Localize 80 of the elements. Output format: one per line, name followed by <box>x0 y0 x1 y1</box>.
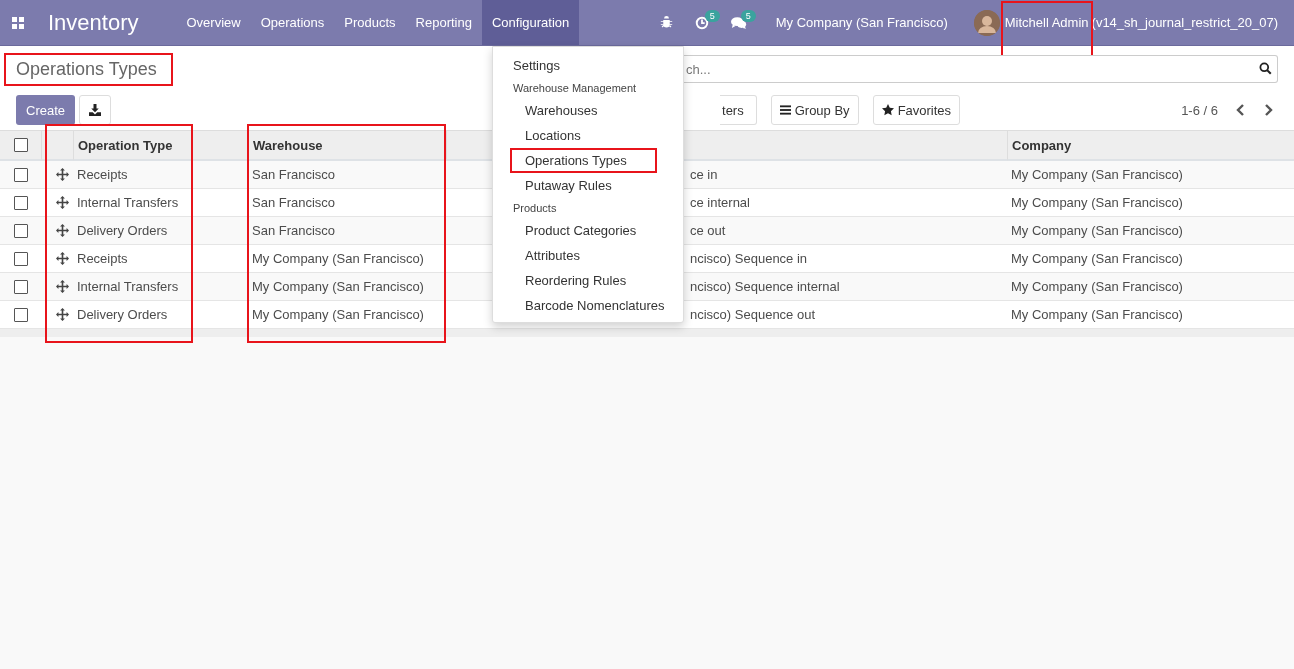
star-icon <box>881 104 894 116</box>
table-cell-text: My Company (San Francisco) <box>1010 223 1183 238</box>
chevron-right-icon <box>1263 104 1273 116</box>
dropdown-item[interactable]: Product Categories <box>493 218 683 243</box>
download-button[interactable] <box>79 95 112 125</box>
dropdown-item[interactable]: Locations <box>493 123 683 148</box>
table-cell-text: ncisco) Sequence in <box>689 251 808 266</box>
table-cell-text: My Company (San Francisco) <box>251 307 424 322</box>
column-header[interactable]: Warehouse <box>248 131 446 161</box>
download-icon <box>89 104 102 116</box>
search-icon[interactable] <box>1259 62 1272 75</box>
row-checkbox[interactable] <box>13 307 28 322</box>
move-icon[interactable] <box>56 280 69 293</box>
bug-icon[interactable] <box>659 16 673 29</box>
chevron-left-icon <box>1235 104 1245 116</box>
row-checkbox[interactable] <box>13 167 28 182</box>
table-cell-text: Internal Transfers <box>76 195 179 210</box>
activity-badge: 5 <box>704 10 720 22</box>
menu-section-header: Products <box>512 201 558 216</box>
avatar-icon[interactable] <box>973 9 1000 36</box>
user-name[interactable]: Mitchell Admin <box>1004 15 1089 30</box>
page-title: Operations Types <box>16 58 157 79</box>
table-cell-text: My Company (San Francisco) <box>1010 279 1183 294</box>
dropdown-item[interactable]: Attributes <box>493 243 683 268</box>
table-cell-text: San Francisco <box>251 223 336 238</box>
clock-icon[interactable] <box>694 15 709 30</box>
dropdown-item[interactable]: Operations Types <box>510 148 657 173</box>
move-icon[interactable] <box>56 224 69 237</box>
table-cell-text: My Company (San Francisco) <box>1010 307 1183 322</box>
select-all-checkbox[interactable] <box>13 138 28 152</box>
row-checkbox[interactable] <box>13 195 28 210</box>
table-cell-text: Receipts <box>76 251 128 266</box>
company-switcher[interactable]: My Company (San Francisco) <box>757 0 962 45</box>
move-icon[interactable] <box>56 196 69 209</box>
table-cell-text: San Francisco <box>251 167 336 182</box>
table-cell-text: ce in <box>689 167 718 182</box>
table-cell-text: ce out <box>689 223 726 238</box>
column-header[interactable]: Operation Type <box>73 131 248 161</box>
database-name: (v14_sh_journal_restrict_20_07) <box>1091 15 1278 30</box>
row-checkbox[interactable] <box>13 251 28 266</box>
menu-item[interactable]: Operations <box>250 0 335 45</box>
menu-item[interactable]: Reporting <box>405 0 482 45</box>
menu-item[interactable]: Overview <box>176 0 251 45</box>
row-checkbox[interactable] <box>13 279 28 294</box>
bars-icon <box>779 105 791 115</box>
table-cell-text: My Company (San Francisco) <box>251 279 424 294</box>
table-cell-text: ce internal <box>689 195 750 210</box>
app-title: Inventory <box>48 8 139 37</box>
table-cell-text: My Company (San Francisco) <box>1010 167 1183 182</box>
table-cell-text: Delivery Orders <box>76 223 168 238</box>
table-cell-text: ncisco) Sequence out <box>689 307 816 322</box>
menu-item[interactable]: Products <box>334 0 406 45</box>
group-by-button[interactable]: Group By <box>770 95 859 125</box>
dropdown-item[interactable]: Settings <box>493 53 683 78</box>
favorites-button[interactable]: Favorites <box>872 95 961 125</box>
message-badge: 5 <box>740 10 756 22</box>
filters-button[interactable]: ters <box>720 95 757 125</box>
table-cell-text: Receipts <box>76 167 128 182</box>
dropdown-item[interactable]: Barcode Nomenclatures <box>493 293 683 318</box>
menu-item[interactable]: Configuration <box>481 0 580 45</box>
apps-icon[interactable] <box>12 16 24 29</box>
table-cell-text: ncisco) Sequence internal <box>689 279 840 294</box>
column-header[interactable]: Company <box>1007 131 1294 161</box>
move-icon[interactable] <box>56 308 69 321</box>
table-cell-text: Delivery Orders <box>76 307 168 322</box>
chat-icon[interactable] <box>730 15 747 30</box>
move-icon[interactable] <box>56 252 69 265</box>
dropdown-item[interactable]: Putaway Rules <box>493 173 683 198</box>
dropdown-item[interactable]: Warehouses <box>493 98 683 123</box>
move-icon[interactable] <box>56 168 69 181</box>
pager-value: 1-6 / 6 <box>1181 102 1218 118</box>
table-cell-text: My Company (San Francisco) <box>1010 251 1183 266</box>
table-cell-text: Internal Transfers <box>76 279 179 294</box>
create-button[interactable]: Create <box>16 95 76 125</box>
dropdown-item[interactable]: Reordering Rules <box>493 268 683 293</box>
table-cell-text: San Francisco <box>251 195 336 210</box>
table-cell-text: My Company (San Francisco) <box>1010 195 1183 210</box>
menu-section-header: Warehouse Management <box>512 81 638 96</box>
table-cell-text: My Company (San Francisco) <box>251 251 424 266</box>
row-checkbox[interactable] <box>13 223 28 238</box>
